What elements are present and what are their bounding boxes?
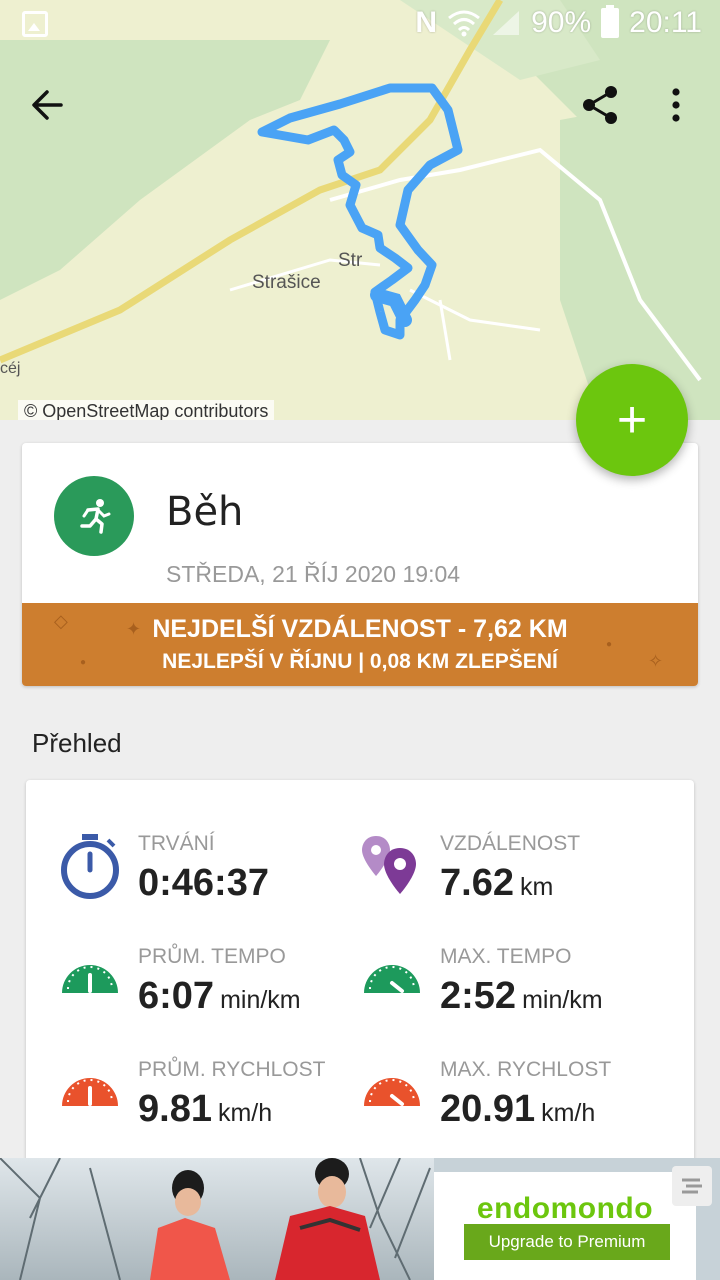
record-title: NEJDELŠÍ VZDÁLENOST - 7,62 KM: [152, 615, 568, 643]
map-town-label: Strašice: [252, 272, 321, 293]
signal-icon: [493, 11, 520, 35]
share-icon: [583, 86, 617, 124]
app-screen: Strašice Str céj © OpenStreetMap contrib…: [0, 0, 720, 1280]
stat-label: TRVÁNÍ: [138, 832, 215, 855]
stat-value: 0:46:37: [138, 862, 269, 904]
speedometer-icon: [364, 1078, 420, 1106]
status-bar: N 90% 20:11: [0, 0, 720, 50]
sport-title: Běh: [166, 489, 244, 535]
clock: 20:11: [629, 6, 702, 39]
stat-unit: min/km: [522, 986, 603, 1014]
gallery-notification-icon: [22, 11, 48, 37]
record-subtitle: NEJLEPŠÍ V ŘÍJNU | 0,08 KM ZLEPŠENÍ: [162, 650, 558, 673]
stat-max-speed: MAX. RYCHLOST 20.91 km/h: [360, 1058, 660, 1148]
stat-label: VZDÁLENOST: [440, 832, 581, 855]
activity-card[interactable]: Běh STŘEDA, 21 ŘÍJ 2020 19:04 ◇ ✦ ● ● ✧ …: [22, 443, 698, 686]
battery-icon: [601, 5, 620, 38]
stat-label: PRŮM. TEMPO: [138, 945, 286, 968]
plus-icon: +: [616, 391, 648, 449]
map-town-partial-label: Str: [338, 250, 363, 271]
speedometer-icon: [364, 965, 420, 993]
ad-photo: [0, 1158, 434, 1280]
endomondo-logo: endomondo: [476, 1192, 654, 1225]
record-banner[interactable]: ◇ ✦ ● ● ✧ NEJDELŠÍ VZDÁLENOST - 7,62 KM …: [22, 603, 698, 686]
overview-heading: Přehled: [32, 728, 122, 758]
back-button[interactable]: [22, 80, 72, 130]
nfc-icon: N: [415, 6, 438, 39]
stat-avg-pace: PRŮM. TEMPO 6:07 min/km: [58, 945, 358, 1035]
stopwatch-icon: [61, 834, 119, 899]
ad-brand-panel[interactable]: endomondo Upgrade to Premium: [434, 1172, 696, 1280]
stat-value: 9.81: [138, 1088, 212, 1130]
more-vert-icon: [672, 88, 680, 122]
stat-unit: min/km: [220, 986, 301, 1014]
map-edge-label: céj: [0, 360, 21, 377]
stat-distance: VZDÁLENOST 7.62 km: [360, 832, 660, 922]
stat-value: 20.91: [440, 1088, 536, 1130]
activity-date: STŘEDA, 21 ŘÍJ 2020 19:04: [166, 561, 461, 587]
running-sport-icon: [54, 476, 134, 556]
stat-unit: km/h: [217, 1099, 273, 1127]
speedometer-icon: [62, 1078, 118, 1106]
add-fab-button[interactable]: +: [576, 364, 688, 476]
stat-label: MAX. RYCHLOST: [440, 1058, 612, 1081]
upgrade-premium-button[interactable]: Upgrade to Premium: [464, 1224, 670, 1260]
route-map[interactable]: Strašice Str céj © OpenStreetMap contrib…: [0, 0, 720, 420]
ad-choices-icon[interactable]: [672, 1166, 712, 1206]
location-pins-icon: [362, 836, 416, 894]
stat-duration: TRVÁNÍ 0:46:37: [58, 832, 358, 922]
ad-banner[interactable]: endomondo Upgrade to Premium: [0, 1158, 720, 1280]
stat-unit: km: [519, 873, 554, 901]
stat-value: 6:07: [138, 975, 215, 1017]
more-options-button[interactable]: [652, 80, 700, 130]
stat-value: 2:52: [440, 975, 517, 1017]
map-attribution[interactable]: © OpenStreetMap contributors: [18, 400, 275, 420]
stat-unit: km/h: [541, 1099, 596, 1127]
stat-label: MAX. TEMPO: [440, 945, 572, 968]
back-arrow-icon: [32, 90, 63, 120]
runner-icon: [80, 499, 111, 534]
share-button[interactable]: [575, 80, 625, 130]
speedometer-icon: [62, 965, 118, 993]
stat-label: PRŮM. RYCHLOST: [138, 1058, 326, 1081]
stat-value: 7.62: [440, 862, 514, 904]
map-graphics: [0, 0, 720, 420]
battery-percent: 90%: [531, 6, 592, 39]
wifi-icon: [448, 10, 481, 37]
stats-card: TRVÁNÍ 0:46:37 VZDÁLENOST 7.62 km PRŮM. T…: [26, 780, 694, 1180]
stat-avg-speed: PRŮM. RYCHLOST 9.81 km/h: [58, 1058, 358, 1148]
stat-max-pace: MAX. TEMPO 2:52 min/km: [360, 945, 660, 1035]
ad-runners-image: [0, 1158, 431, 1280]
